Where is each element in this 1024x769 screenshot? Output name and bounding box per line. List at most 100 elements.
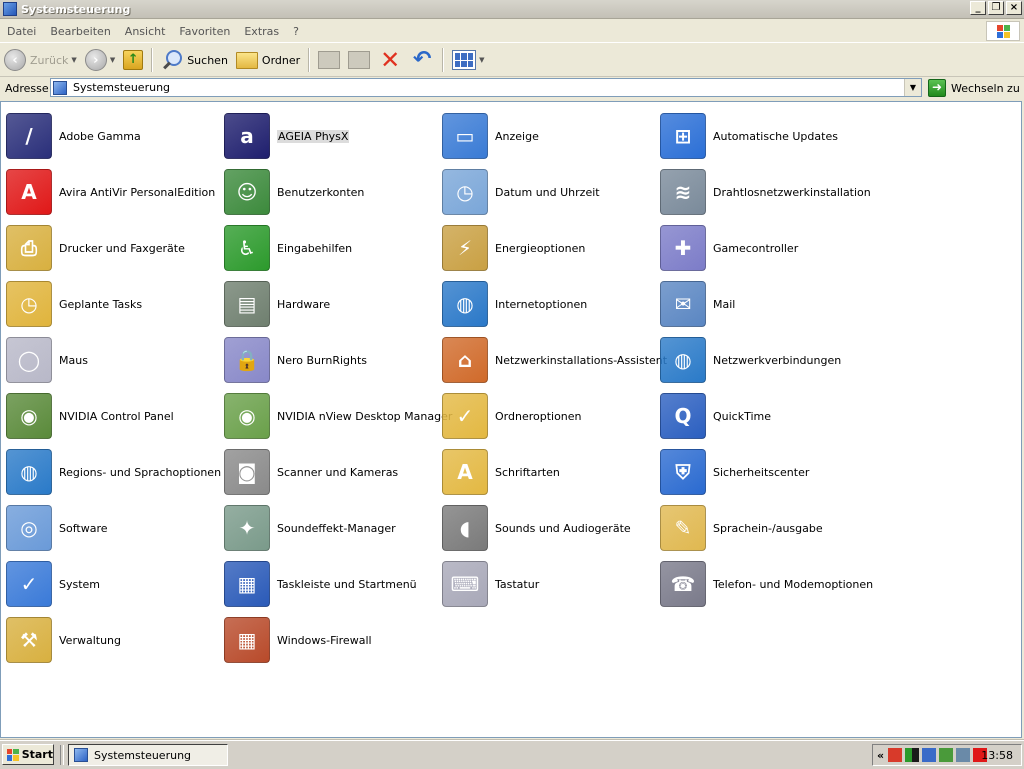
menu-ansicht[interactable]: Ansicht <box>118 25 173 38</box>
control-panel-items: / Adobe Gamma a AGEIA PhysX ▭ Anzeige ⊞ Automat… <box>6 108 878 668</box>
control-panel-item[interactable]: A Avira AntiVir PersonalEdition <box>6 164 224 220</box>
menu-bearbeiten[interactable]: Bearbeiten <box>43 25 117 38</box>
network-tray-icon[interactable] <box>922 748 937 762</box>
control-panel-item[interactable]: ⎙ Drucker und Faxgeräte <box>6 220 224 276</box>
control-panel-item[interactable]: Q QuickTime <box>660 388 878 444</box>
clock: 13:58 <box>981 749 1013 762</box>
up-button[interactable]: ↑ <box>119 46 147 74</box>
control-panel-item[interactable]: ▦ Windows-Firewall <box>224 612 442 668</box>
control-panel-item[interactable]: ✓ Ordneroptionen <box>442 388 660 444</box>
minimize-button[interactable]: _ <box>970 1 986 15</box>
address-bar: Adresse Systemsteuerung ▼ ➜ Wechseln zu <box>0 77 1024 99</box>
tray-expand-button[interactable]: « <box>877 749 884 762</box>
control-panel-item[interactable]: ✉ Mail <box>660 276 878 332</box>
control-panel-item-label: Hardware <box>277 297 331 311</box>
meter-tray-icon[interactable] <box>905 748 920 762</box>
control-panel-item[interactable]: ◍ Netzwerkverbindungen <box>660 332 878 388</box>
folders-button[interactable]: Ordner <box>232 46 304 74</box>
close-button[interactable]: × <box>1006 1 1022 15</box>
control-panel-item[interactable]: ⊞ Automatische Updates <box>660 108 878 164</box>
control-panel-item[interactable]: ⚒ Verwaltung <box>6 612 224 668</box>
control-panel-item[interactable]: ◎ Software <box>6 500 224 556</box>
control-panel-item-label: Sounds und Audiogeräte <box>495 521 631 535</box>
control-panel-item[interactable]: ◍ Internetoptionen <box>442 276 660 332</box>
control-panel-item[interactable]: ◙ Scanner und Kameras <box>224 444 442 500</box>
control-panel-item-label: Sicherheitscenter <box>713 465 810 479</box>
forward-button[interactable]: › ▼ <box>81 46 119 74</box>
search-button[interactable]: Suchen <box>157 46 232 74</box>
control-panel-item[interactable]: ⌨ Tastatur <box>442 556 660 612</box>
control-panel-item[interactable]: ⛨ Sicherheitscenter <box>660 444 878 500</box>
copy-to-icon <box>348 51 371 69</box>
download-tray-icon[interactable] <box>888 748 903 762</box>
control-panel-item[interactable]: 🔒 Nero BurnRights <box>224 332 442 388</box>
taskbar-window-label: Systemsteuerung <box>94 748 192 762</box>
address-dropdown-button[interactable]: ▼ <box>904 79 921 96</box>
control-panel-item[interactable]: ◷ Geplante Tasks <box>6 276 224 332</box>
control-panel-item-label: Automatische Updates <box>713 129 838 143</box>
nvidia-tray-icon[interactable] <box>939 748 954 762</box>
control-panel-item-label: Verwaltung <box>59 633 121 647</box>
undo-button[interactable]: ↶ <box>406 46 438 74</box>
menu-bar: Datei Bearbeiten Ansicht Favoriten Extra… <box>0 20 1024 43</box>
control-panel-item[interactable]: ◯ Maus <box>6 332 224 388</box>
address-label: Adresse <box>5 81 49 95</box>
folders-label: Ordner <box>261 53 301 67</box>
menu-datei[interactable]: Datei <box>0 25 43 38</box>
control-panel-item[interactable]: ◉ NVIDIA nView Desktop Manager <box>224 388 452 444</box>
software-icon: ◎ <box>6 505 52 551</box>
menu-extras[interactable]: Extras <box>237 25 286 38</box>
control-panel-item[interactable]: ▤ Hardware <box>224 276 442 332</box>
control-panel-item[interactable]: ▦ Taskleiste und Startmenü <box>224 556 442 612</box>
control-panel-item[interactable]: ✚ Gamecontroller <box>660 220 878 276</box>
move-to-button[interactable] <box>314 46 344 74</box>
address-input[interactable]: Systemsteuerung ▼ <box>50 78 922 97</box>
admin-tools-icon: ⚒ <box>6 617 52 663</box>
control-panel-item[interactable]: ✦ Soundeffekt-Manager <box>224 500 442 556</box>
globe-icon: ◍ <box>6 449 52 495</box>
menu-help[interactable]: ? <box>286 25 306 38</box>
control-panel-item[interactable]: ▭ Anzeige <box>442 108 660 164</box>
control-panel-item-label: Netzwerkinstallations-Assistent <box>495 353 668 367</box>
control-panel-item[interactable]: ⚡ Energieoptionen <box>442 220 660 276</box>
control-panel-item[interactable]: ≋ Drahtlosnetzwerkinstallation <box>660 164 878 220</box>
control-panel-item[interactable]: ✎ Sprachein-/ausgabe <box>660 500 878 556</box>
control-panel-item-label: Maus <box>59 353 88 367</box>
control-panel-item[interactable]: ✓ System <box>6 556 224 612</box>
control-panel-item[interactable]: ☺ Benutzerkonten <box>224 164 442 220</box>
quicktime-icon: Q <box>660 393 706 439</box>
go-button[interactable]: ➜ Wechseln zu <box>928 78 1020 98</box>
start-button[interactable]: Start <box>2 744 54 765</box>
control-panel-item-label: Mail <box>713 297 736 311</box>
back-button[interactable]: ‹ Zurück ▼ <box>0 46 81 74</box>
control-panel-item-label: Tastatur <box>495 577 540 591</box>
menu-favoriten[interactable]: Favoriten <box>172 25 237 38</box>
scheduled-tasks-icon: ◷ <box>6 281 52 327</box>
control-panel-item[interactable]: ◷ Datum und Uhrzeit <box>442 164 660 220</box>
control-panel-item[interactable]: a AGEIA PhysX <box>224 108 442 164</box>
control-panel-item[interactable]: ☎ Telefon- und Modemoptionen <box>660 556 878 612</box>
delete-button[interactable]: ✕ <box>374 46 406 74</box>
chevron-down-icon: ▼ <box>109 56 116 64</box>
taskbar-window-button[interactable]: Systemsteuerung <box>68 744 228 766</box>
undo-icon: ↶ <box>412 47 432 72</box>
control-panel-item-label: Software <box>59 521 108 535</box>
control-panel-item[interactable]: A Schriftarten <box>442 444 660 500</box>
system-icon: ✓ <box>6 561 52 607</box>
control-panel-item[interactable]: ◉ NVIDIA Control Panel <box>6 388 224 444</box>
hardware-icon: ▤ <box>224 281 270 327</box>
copy-to-button[interactable] <box>344 46 374 74</box>
control-panel-item[interactable]: / Adobe Gamma <box>6 108 224 164</box>
control-panel-item[interactable]: ♿ Eingabehilfen <box>224 220 442 276</box>
control-panel-item[interactable]: ⌂ Netzwerkinstallations-Assistent <box>442 332 667 388</box>
restore-button[interactable]: ❐ <box>988 1 1004 15</box>
control-panel-item-label: QuickTime <box>713 409 772 423</box>
control-panel-item[interactable]: ◖ Sounds und Audiogeräte <box>442 500 660 556</box>
control-panel-item-label: Ordneroptionen <box>495 409 582 423</box>
toolbar-separator <box>442 48 445 72</box>
control-panel-item[interactable]: ◍ Regions- und Sprachoptionen <box>6 444 224 500</box>
fonts-icon: A <box>442 449 488 495</box>
audio-tray-icon[interactable] <box>956 748 971 762</box>
views-button[interactable]: ▼ <box>448 46 488 74</box>
network-setup-icon: ⌂ <box>442 337 488 383</box>
